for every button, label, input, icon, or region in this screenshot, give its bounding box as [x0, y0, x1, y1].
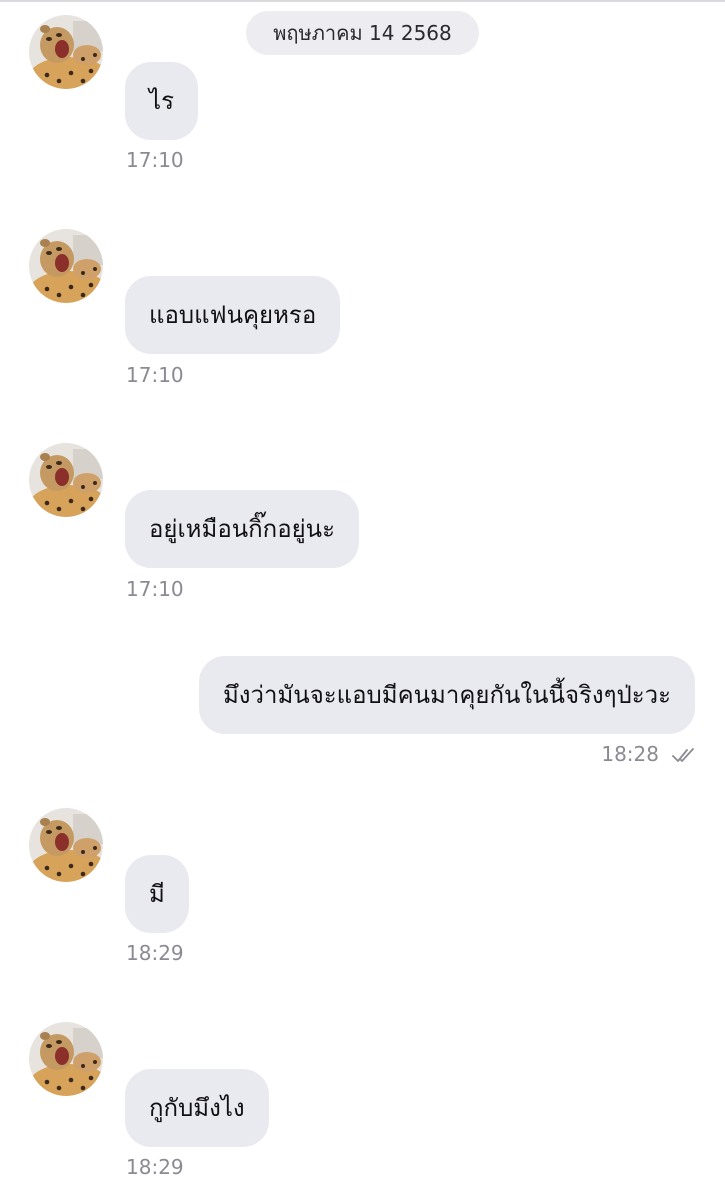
message-timestamp: 17:10 — [126, 148, 184, 172]
date-separator: พฤษภาคม 14 2568 — [246, 11, 479, 55]
contact-avatar-icon[interactable] — [29, 443, 103, 517]
incoming-message-bubble[interactable]: ไร — [125, 62, 198, 140]
outgoing-message-bubble[interactable]: มึงว่ามันจะแอบมีคนมาคุยกันในนี้จริงๆป่ะว… — [198, 656, 695, 734]
top-divider — [0, 0, 725, 2]
message-timestamp: 18:29 — [126, 941, 184, 965]
contact-avatar-icon[interactable] — [29, 1022, 103, 1096]
contact-avatar-icon[interactable] — [29, 15, 103, 89]
message-timestamp: 17:10 — [126, 577, 184, 601]
double-check-icon — [672, 748, 694, 762]
incoming-message-bubble[interactable]: มี — [125, 855, 189, 933]
message-timestamp: 18:29 — [126, 1155, 184, 1179]
incoming-message-bubble[interactable]: อยู่เหมือนกิ๊กอยู่นะ — [125, 490, 359, 568]
incoming-message-bubble[interactable]: แอบแฟนคุยหรอ — [125, 276, 341, 354]
incoming-message-bubble[interactable]: กูกับมึงไง — [125, 1069, 269, 1147]
message-timestamp: 17:10 — [126, 363, 184, 387]
message-timestamp: 18:28 — [601, 742, 659, 766]
contact-avatar-icon[interactable] — [29, 229, 103, 303]
contact-avatar-icon[interactable] — [29, 808, 103, 882]
